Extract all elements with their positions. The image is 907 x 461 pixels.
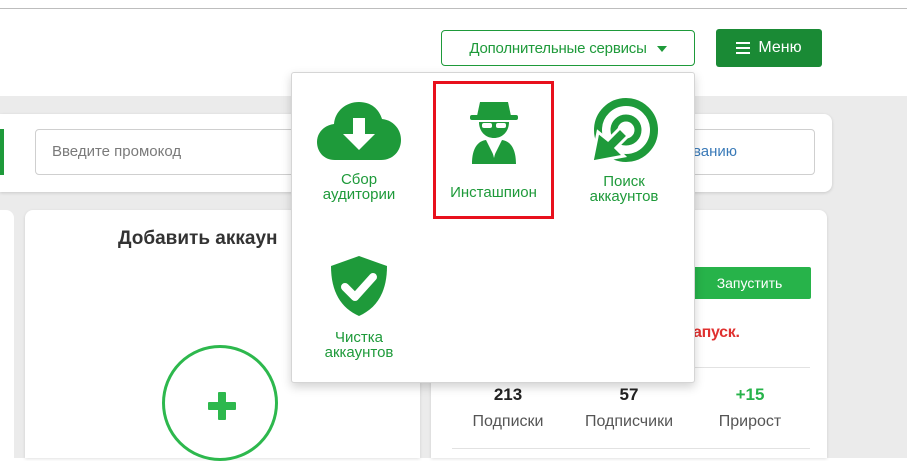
additional-services-label: Дополнительные сервисы [469,39,647,57]
target-cursor-icon [590,98,658,164]
growth-count: +15 [735,385,765,404]
promo-apply-button[interactable] [0,129,4,175]
left-card-edge [0,210,14,458]
menu-label: Меню [758,39,802,56]
add-account-title: Добавить аккаун [118,228,278,249]
additional-services-button[interactable]: Дополнительные сервисы [441,30,695,66]
following-count: 213 [493,385,523,404]
service-audience-line2: аудитории [322,186,396,203]
caret-down-icon [656,46,667,52]
growth-label: Прирост [718,413,782,430]
service-cleanup-line1: Чистка [335,329,383,346]
promo-placeholder: Введите промокод [52,143,182,160]
plus-icon [202,386,242,426]
menu-button[interactable]: Меню [716,29,822,67]
promo-link[interactable]: ванию [693,143,737,160]
service-audience-line1: Сбор [340,171,378,188]
followers-count: 57 [619,385,639,404]
service-account-search[interactable]: Поиск аккаунтов [568,98,680,204]
service-cleanup-line2: аккаунтов [324,344,394,361]
service-audience-collection[interactable]: Сбор аудитории [303,100,415,202]
following-label: Подписки [472,413,544,430]
start-button[interactable]: Запустить [688,267,811,299]
shield-check-icon [331,256,387,316]
service-search-line2: аккаунтов [589,188,659,205]
top-divider [0,8,907,9]
cloud-download-icon [317,102,401,160]
service-search-line1: Поиск [603,173,645,190]
service-account-cleanup[interactable]: Чистка аккаунтов [303,254,415,360]
stats-divider-bottom [452,448,810,449]
instaspy-highlight-frame [433,81,554,219]
followers-label: Подписчики [584,413,673,430]
status-text: апуск. [693,324,740,341]
hamburger-icon [736,42,751,54]
